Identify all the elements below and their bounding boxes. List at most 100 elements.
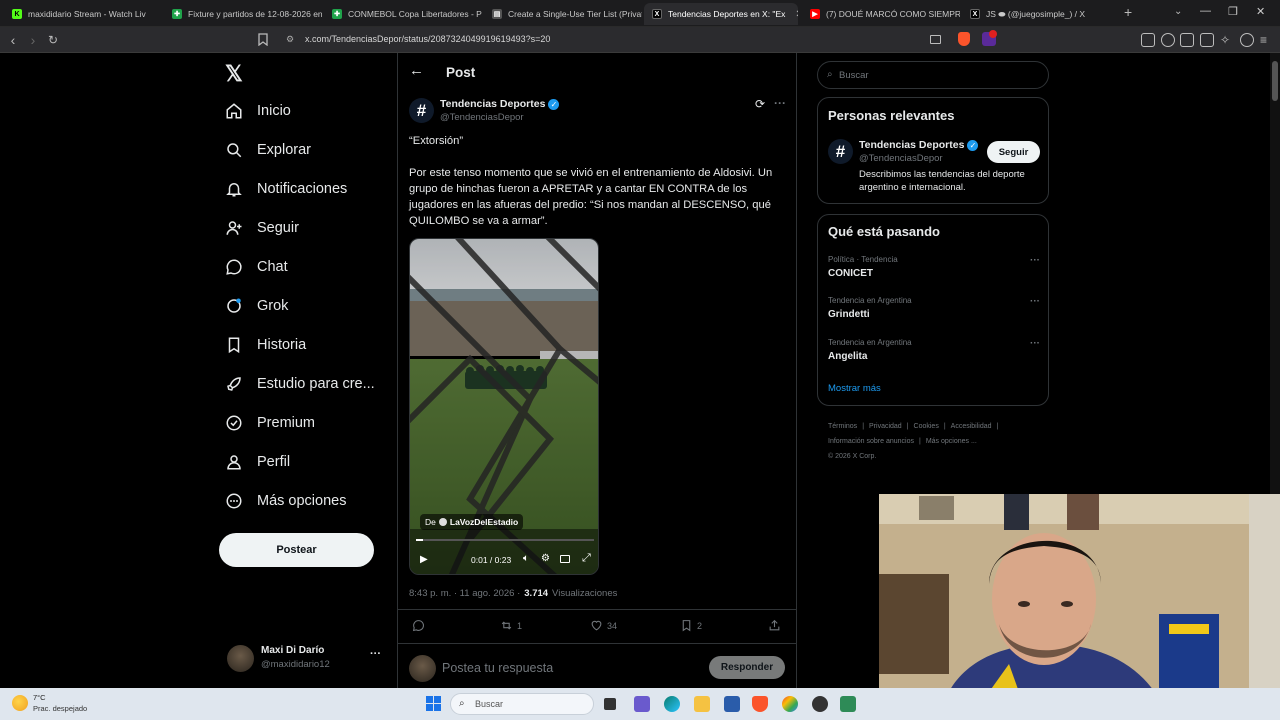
account-switcher[interactable]: Maxi Di Darío @maxididario12 ··· <box>227 643 387 673</box>
app-icon[interactable] <box>840 696 856 712</box>
author-avatar[interactable]: # <box>409 98 434 123</box>
repost-action[interactable]: 1 <box>500 619 522 632</box>
obs-icon[interactable] <box>812 696 828 712</box>
post-button[interactable]: Postear <box>219 533 374 567</box>
reload-icon[interactable]: ↻ <box>45 32 61 48</box>
site-info-icon[interactable]: ⚙ <box>286 34 294 45</box>
browser-tab-tierlist[interactable]: ▤ Create a Single-Use Tier List (Privat <box>484 3 642 25</box>
show-more-link[interactable]: Mostrar más <box>828 383 881 394</box>
x-logo-icon[interactable]: 𝕏 <box>225 61 243 87</box>
nav-item-notificaciones[interactable]: Notificaciones <box>225 180 347 198</box>
tab-list-icon[interactable]: ⌄ <box>1174 6 1182 17</box>
forward-icon[interactable]: › <box>25 32 41 48</box>
bookmark-page-icon[interactable] <box>258 33 268 47</box>
nav-item-premium[interactable]: Premium <box>225 414 315 432</box>
brave-shield-icon[interactable] <box>958 32 970 46</box>
settings-icon[interactable]: ⚙ <box>541 553 550 564</box>
media-icon[interactable] <box>1161 33 1175 47</box>
weather-icon[interactable] <box>12 695 28 711</box>
post-timestamp[interactable]: 8:43 p. m. · 11 ago. 2026 · <box>409 588 520 599</box>
browser-tab-conmebol[interactable]: ✚ CONMEBOL Copa Libertadores - PC <box>324 3 482 25</box>
search-box[interactable]: ⌕ Buscar <box>817 61 1049 89</box>
nav-item-explorar[interactable]: Explorar <box>225 141 311 159</box>
back-icon[interactable]: ‹ <box>5 32 21 48</box>
search-input[interactable]: Buscar <box>839 70 869 81</box>
minimize-icon[interactable]: — <box>1200 5 1211 17</box>
trend-more-icon[interactable]: ··· <box>1030 296 1040 307</box>
footer-link-cookies[interactable]: Cookies <box>914 419 939 434</box>
trend-item[interactable]: Tendencia en Argentina Angelita ··· <box>828 338 1040 368</box>
browser-tab-kick[interactable]: K maxididario Stream - Watch Liv <box>4 3 162 25</box>
vpn-icon[interactable] <box>1240 33 1254 47</box>
cast-icon[interactable] <box>930 35 941 44</box>
author-name-row[interactable]: Tendencias Deportes ✓ <box>440 98 560 110</box>
nav-item-seguir[interactable]: Seguir <box>225 219 299 237</box>
chrome-icon[interactable] <box>782 696 798 712</box>
volume-icon[interactable]: 🔈︎ <box>523 553 529 564</box>
edge-icon[interactable] <box>664 696 680 712</box>
browser-tab-juegosimple[interactable]: X JS ⬬ (@juegosimple_) / X <box>962 3 1120 25</box>
taskbar-search-input[interactable]: Buscar <box>475 699 503 709</box>
nav-item-inicio[interactable]: Inicio <box>225 102 291 120</box>
menu-icon[interactable]: ≡ <box>1260 33 1274 47</box>
grok-explain-icon[interactable]: ⟳ <box>755 97 765 111</box>
nav-item-chat[interactable]: Chat <box>225 258 288 276</box>
share-action[interactable] <box>768 619 781 632</box>
video-source-badge[interactable]: De LaVozDelEstadio <box>420 514 524 530</box>
close-window-icon[interactable]: ✕ <box>1256 5 1265 18</box>
reply-input[interactable]: Postea tu respuesta <box>442 661 553 675</box>
footer-link-accessibility[interactable]: Accesibilidad <box>951 419 992 434</box>
author-handle[interactable]: @TendenciasDepor <box>440 112 524 123</box>
windows-start-icon[interactable] <box>426 696 441 711</box>
trend-more-icon[interactable]: ··· <box>1030 255 1040 266</box>
new-tab-button[interactable]: + <box>1124 4 1132 20</box>
browser-tab-fixture[interactable]: ✚ Fixture y partidos de 12-08-2026 en <box>164 3 322 25</box>
follow-button[interactable]: Seguir <box>987 141 1040 163</box>
footer-link-more[interactable]: Más opciones ... <box>926 434 977 449</box>
play-icon[interactable]: ▶ <box>420 554 428 565</box>
trend-item[interactable]: Política · Tendencia CONICET ··· <box>828 255 1040 285</box>
extensions-icon[interactable] <box>1141 33 1155 47</box>
close-tab-icon[interactable]: ✕ <box>795 9 798 20</box>
page-title: Post <box>446 65 476 80</box>
footer-link-privacy[interactable]: Privacidad <box>869 419 902 434</box>
video-player[interactable]: De LaVozDelEstadio ▶ 0:01 / 0:23 🔈︎ ⚙ ⤢ <box>409 238 599 575</box>
store-icon[interactable] <box>724 696 740 712</box>
nav-item-perfil[interactable]: Perfil <box>225 453 290 471</box>
taskbar-search[interactable]: ⌕ Buscar <box>450 693 594 715</box>
footer-link-ads[interactable]: Información sobre anuncios <box>828 434 914 449</box>
file-explorer-icon[interactable] <box>694 696 710 712</box>
trend-more-icon[interactable]: ··· <box>1030 338 1040 349</box>
account-more-icon[interactable]: ··· <box>370 648 381 660</box>
nav-item-estudio[interactable]: Estudio para cre... <box>225 375 375 393</box>
nav-item-grok[interactable]: Grok <box>225 297 288 315</box>
brave-icon[interactable] <box>752 696 768 712</box>
teams-icon[interactable] <box>634 696 650 712</box>
post-more-icon[interactable]: ··· <box>774 96 786 110</box>
url-field[interactable]: x.com/TendenciasDepor/status/20873240499… <box>305 34 550 44</box>
sidebar-icon[interactable] <box>1180 33 1194 47</box>
leo-ai-icon[interactable]: ✧ <box>1220 33 1234 47</box>
like-action[interactable]: 34 <box>590 619 617 632</box>
browser-tab-active[interactable]: X Tendencias Deportes en X: "Ex ✕ <box>644 3 798 25</box>
footer-link-terms[interactable]: Términos <box>828 419 857 434</box>
nav-item-mas-opciones[interactable]: Más opciones <box>225 492 346 510</box>
reply-button[interactable]: Responder <box>709 656 785 679</box>
reply-action[interactable] <box>412 619 429 632</box>
wallet-icon[interactable] <box>1200 33 1214 47</box>
picture-in-picture-icon[interactable] <box>560 555 570 563</box>
browser-tab-youtube[interactable]: ▶ (7) DOUÉ MARCÓ COMO SIEMPRE <box>802 3 960 25</box>
user-name-row[interactable]: Tendencias Deportes ✓ <box>859 139 979 151</box>
divider <box>398 643 796 644</box>
task-view-icon[interactable] <box>604 698 616 710</box>
scrollbar-thumb[interactable] <box>1272 61 1278 101</box>
bookmark-action[interactable]: 2 <box>680 619 702 632</box>
back-arrow-icon[interactable]: ← <box>409 62 424 79</box>
user-avatar[interactable]: # <box>828 139 853 164</box>
fullscreen-icon[interactable]: ⤢ <box>582 552 591 565</box>
video-progress-track[interactable] <box>416 539 594 541</box>
trend-item[interactable]: Tendencia en Argentina Grindetti ··· <box>828 296 1040 326</box>
home-icon <box>226 103 242 119</box>
maximize-icon[interactable]: ❐ <box>1228 5 1238 18</box>
nav-item-historia[interactable]: Historia <box>225 336 306 354</box>
